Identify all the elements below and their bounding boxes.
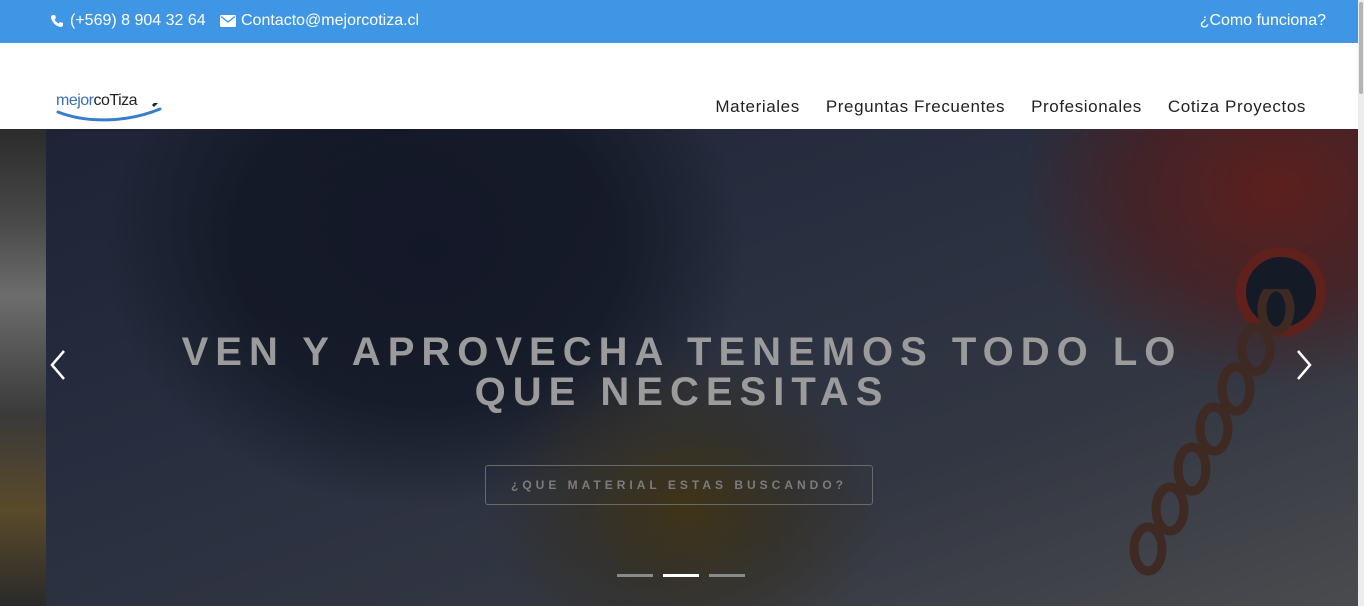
search-material-button[interactable]: ¿QUE MATERIAL ESTAS BUSCANDO?: [485, 465, 873, 505]
nav-item-preguntas-frecuentes[interactable]: Preguntas Frecuentes: [826, 97, 1005, 117]
site-logo[interactable]: mejorcoTiza: [56, 89, 166, 125]
phone-contact[interactable]: (+569) 8 904 32 64: [49, 11, 206, 31]
carousel-prev-button[interactable]: [44, 347, 74, 383]
chevron-left-icon: [50, 350, 65, 380]
nav-item-materiales[interactable]: Materiales: [715, 97, 799, 117]
carousel-next-button[interactable]: [1288, 347, 1318, 383]
how-it-works-link[interactable]: ¿Como funciona?: [1200, 11, 1326, 31]
hero-carousel: VEN Y APROVECHA TENEMOS TODO LO QUE NECE…: [0, 129, 1364, 606]
hero-headline-line2: QUE NECESITAS: [474, 370, 890, 414]
carousel-indicator-2[interactable]: [663, 574, 699, 577]
main-nav: Materiales Preguntas Frecuentes Profesio…: [715, 97, 1306, 117]
top-contact-bar: (+569) 8 904 32 64 Contacto@mejorcotiza.…: [0, 0, 1364, 43]
scrollbar-thumb[interactable]: [1359, 2, 1363, 94]
carousel-indicator-3[interactable]: [709, 574, 745, 577]
main-navbar: mejorcoTiza Materiales Preguntas Frecuen…: [0, 43, 1364, 129]
carousel-indicator-1[interactable]: [617, 574, 653, 577]
previous-slide-peek: [0, 129, 46, 606]
email-contact[interactable]: Contacto@mejorcotiza.cl: [220, 11, 419, 31]
phone-number: (+569) 8 904 32 64: [70, 12, 206, 29]
page-scrollbar[interactable]: [1358, 0, 1364, 606]
envelope-icon: [220, 13, 236, 29]
chevron-right-icon: [1297, 350, 1312, 380]
hero-headline-line1: VEN Y APROVECHA TENEMOS TODO LO: [181, 330, 1183, 374]
email-address: Contacto@mejorcotiza.cl: [241, 12, 420, 29]
logo-swoosh-icon: [56, 103, 162, 122]
carousel-indicators: [617, 574, 745, 577]
nav-item-profesionales[interactable]: Profesionales: [1031, 97, 1142, 117]
nav-item-cotiza-proyectos[interactable]: Cotiza Proyectos: [1168, 97, 1306, 117]
phone-icon: [49, 13, 65, 29]
hero-headline: VEN Y APROVECHA TENEMOS TODO LO QUE NECE…: [146, 332, 1218, 412]
